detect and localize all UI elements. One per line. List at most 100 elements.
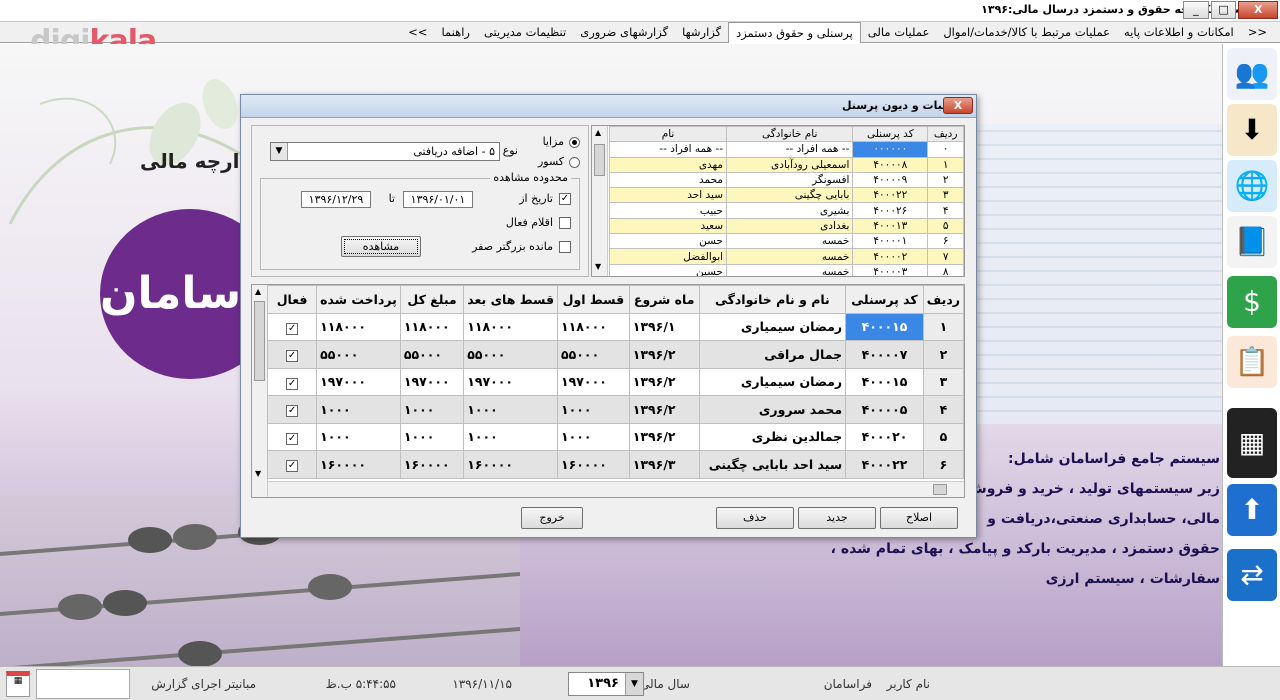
dialog-close-button[interactable]: X [943, 97, 973, 114]
installments-horizontal-scrollbar[interactable] [268, 481, 964, 497]
active-checkbox[interactable]: ✓ [286, 460, 299, 473]
right-toolbar: 👥 ⬇ 🌐 📘 $ 📋 ▦ ⬆ ⇄ [1222, 44, 1280, 666]
filter-panel: مزایا کسور نوع ۵ - اضافه دریافتی ▼ محدود… [251, 125, 589, 277]
type-label: نوع [502, 144, 518, 157]
active-checkbox[interactable]: ✓ [286, 322, 299, 335]
calculator-icon[interactable]: ▦ [1227, 408, 1277, 478]
teamviewer-icon[interactable]: ⇄ [1227, 549, 1277, 601]
col-paid[interactable]: پرداخت شده [316, 285, 401, 314]
installments-grid-scrollbar[interactable]: ▲ ▼ [252, 285, 268, 497]
col-fullname[interactable]: نام و نام خانوادگی [698, 285, 847, 314]
date-from-input[interactable]: ۱۳۹۶/۰۱/۰۱ [403, 191, 473, 208]
delete-button[interactable]: حذف [716, 507, 794, 529]
upload-icon[interactable]: ⬆ [1227, 484, 1277, 536]
chevron-down-icon[interactable]: ▼ [271, 143, 288, 160]
type-select-value: ۵ - اضافه دریافتی [413, 145, 495, 158]
personnel-row[interactable]: ۴ ۴۰۰۰۲۶ بشیری حبیب [608, 202, 964, 219]
balance-positive-checkbox[interactable] [559, 241, 571, 253]
col-code[interactable]: کد پرسنلی [845, 285, 924, 314]
edit-button[interactable]: اصلاح [880, 507, 958, 529]
dollar-icon[interactable]: $ [1227, 276, 1277, 328]
active-items-checkbox[interactable] [559, 217, 571, 229]
exit-button[interactable]: خروج [521, 507, 583, 529]
menu-item-help[interactable]: راهنما [435, 22, 477, 43]
installment-row[interactable]: ۵ ۴۰۰۰۲۰ جمالدین نظری ۱۳۹۶/۲ ۱۰۰۰ ۱۰۰۰ ۱۰۰۰ ۱۰۰… [266, 422, 964, 451]
personnel-grid: ▲ ▼ ردیف کد پرسنلی نام خانوادگی نام ۰ ۰۰۰… [591, 125, 965, 277]
menu-scroll-right[interactable]: >> [401, 22, 434, 43]
menu-item-management-settings[interactable]: تنظیمات مدیریتی [477, 22, 573, 43]
date-range-checkbox[interactable]: ✓ [559, 193, 571, 205]
globe-icon[interactable]: 🌐 [1227, 160, 1277, 212]
col-active[interactable]: فعال [266, 285, 318, 314]
menu-item-financial[interactable]: عملیات مالی [861, 22, 937, 43]
personnel-row[interactable]: ۶ ۴۰۰۰۰۱ خمسه حسن [608, 233, 964, 250]
view-range-legend: محدوده مشاهده [490, 171, 571, 184]
radio-benefits[interactable] [569, 137, 580, 148]
active-checkbox[interactable]: ✓ [286, 377, 299, 390]
col-first-installment[interactable]: قسط اول [557, 285, 630, 314]
installment-row[interactable]: ۶ ۴۰۰۰۲۲ سید احد بابایی چگینی ۱۳۹۶/۳ ۱۶۰۰۰۰ ۱… [266, 450, 964, 479]
personnel-grid-scrollbar[interactable]: ▲ ▼ [592, 126, 608, 276]
personnel-row[interactable]: ۰ ۰۰۰۰۰۰ -- همه افراد -- -- همه افراد -- [608, 141, 964, 158]
main-menu-bar: << امکانات و اطلاعات پایه عملیات مرتبط ب… [0, 21, 1280, 43]
scroll-down-icon[interactable]: ▼ [255, 469, 261, 478]
notebook-icon[interactable]: 📘 [1227, 216, 1277, 268]
menu-item-goods-services[interactable]: عملیات مرتبط با کالا/خدمات/اموال [936, 22, 1117, 43]
col-total[interactable]: مبلغ کل [399, 285, 465, 314]
personnel-grid-header: ردیف کد پرسنلی نام خانوادگی نام [608, 126, 964, 143]
col-next-installments[interactable]: قسط های بعد [463, 285, 559, 314]
col-row[interactable]: ردیف [927, 126, 964, 143]
personnel-row[interactable]: ۷ ۴۰۰۰۰۲ خمسه ابوالفضل [608, 248, 964, 265]
maximize-button[interactable]: □ [1210, 1, 1237, 19]
balance-positive-label: مانده بزرگتر صفر [472, 240, 553, 253]
scroll-up-icon[interactable]: ▲ [255, 287, 261, 296]
menu-item-essential-reports[interactable]: گزارشهای ضروری [573, 22, 675, 43]
active-checkbox[interactable]: ✓ [286, 432, 299, 445]
personnel-row[interactable]: ۱ ۴۰۰۰۰۸ اسمعیلی رودآبادی مهدی [608, 156, 964, 173]
calendar-icon[interactable]: ▦ [6, 671, 30, 697]
menu-item-payroll[interactable]: پرسنلی و حقوق دستمزد [728, 21, 861, 43]
chevron-down-icon[interactable]: ▼ [625, 673, 643, 695]
report-monitor-box [36, 669, 130, 699]
description-line: حقوق دستمزد ، مدیریت بارکد و پیامک ، بها… [830, 541, 1220, 557]
user-value: فراسامان [823, 677, 872, 691]
installment-row[interactable]: ۳ ۴۰۰۰۱۵ رمضان سیمیاری ۱۳۹۶/۲ ۱۹۷۰۰۰ ۱۹۷۰۰۰ ۱۹… [266, 367, 964, 396]
col-family[interactable]: نام خانوادگی [726, 126, 854, 143]
date-to-label: تا [388, 192, 395, 205]
menu-scroll-left[interactable]: << [1241, 22, 1274, 43]
installment-row[interactable]: ۴ ۴۰۰۰۰۵ محمد سروری ۱۳۹۶/۲ ۱۰۰۰ ۱۰۰۰ ۱۰۰۰ ۱۰۰۰ ✓ [266, 395, 964, 424]
fiscal-year-select[interactable]: ۱۳۹۶ ▼ [568, 672, 644, 696]
dialog-title-bar: مطالبات و دیون پرسنل X [241, 95, 976, 118]
type-select[interactable]: ۵ - اضافه دریافتی ▼ [270, 142, 500, 161]
menu-item-basic-info[interactable]: امکانات و اطلاعات پایه [1117, 22, 1241, 43]
date-to-input[interactable]: ۱۳۹۶/۱۲/۲۹ [301, 191, 371, 208]
menu-item-reports[interactable]: گزارشها [675, 22, 728, 43]
scrollbar-thumb[interactable] [933, 484, 947, 495]
personnel-row[interactable]: ۲ ۴۰۰۰۰۹ افسونگر محمد [608, 171, 964, 189]
scroll-up-icon[interactable]: ▲ [595, 128, 601, 137]
scrollbar-thumb[interactable] [254, 301, 265, 381]
col-row[interactable]: ردیف [922, 285, 964, 314]
scroll-down-icon[interactable]: ▼ [595, 262, 601, 271]
installment-row[interactable]: ۱ ۴۰۰۰۱۵ رمضان سیمیاری ۱۳۹۶/۱ ۱۱۸۰۰۰ ۱۱۸۰۰۰ ۱۱… [266, 312, 964, 341]
close-window-button[interactable]: X [1238, 1, 1278, 19]
radio-deductions[interactable] [569, 157, 580, 168]
active-checkbox[interactable]: ✓ [286, 350, 299, 363]
user-label: نام کاربر [886, 677, 930, 691]
active-checkbox[interactable]: ✓ [286, 405, 299, 418]
personnel-row[interactable]: ۳ ۴۰۰۰۲۲ بابایی چگینی سید احد [608, 187, 964, 204]
personnel-row[interactable]: ۸ ۴۰۰۰۰۳ خمسه حسین [608, 263, 964, 276]
col-name[interactable]: نام [608, 126, 728, 143]
personnel-row[interactable]: ۵ ۴۰۰۰۱۳ بغدادی سعید [608, 217, 964, 235]
download-box-icon[interactable]: ⬇ [1227, 104, 1277, 156]
minimize-button[interactable]: _ [1183, 1, 1209, 19]
view-button[interactable]: مشاهده [341, 236, 421, 257]
users-icon[interactable]: 👥 [1227, 48, 1277, 100]
new-button[interactable]: جدید [798, 507, 876, 529]
col-code[interactable]: کد پرسنلی [852, 126, 929, 143]
scrollbar-thumb[interactable] [594, 144, 605, 176]
installment-row[interactable]: ۲ ۴۰۰۰۰۷ جمال مراقی ۱۳۹۶/۲ ۵۵۰۰۰ ۵۵۰۰۰ ۵۵۰۰۰ ۵۵… [266, 340, 964, 369]
col-start-month[interactable]: ماه شروع [628, 285, 700, 314]
window-controls: _ □ X [1183, 1, 1278, 19]
report-icon[interactable]: 📋 [1227, 336, 1277, 388]
